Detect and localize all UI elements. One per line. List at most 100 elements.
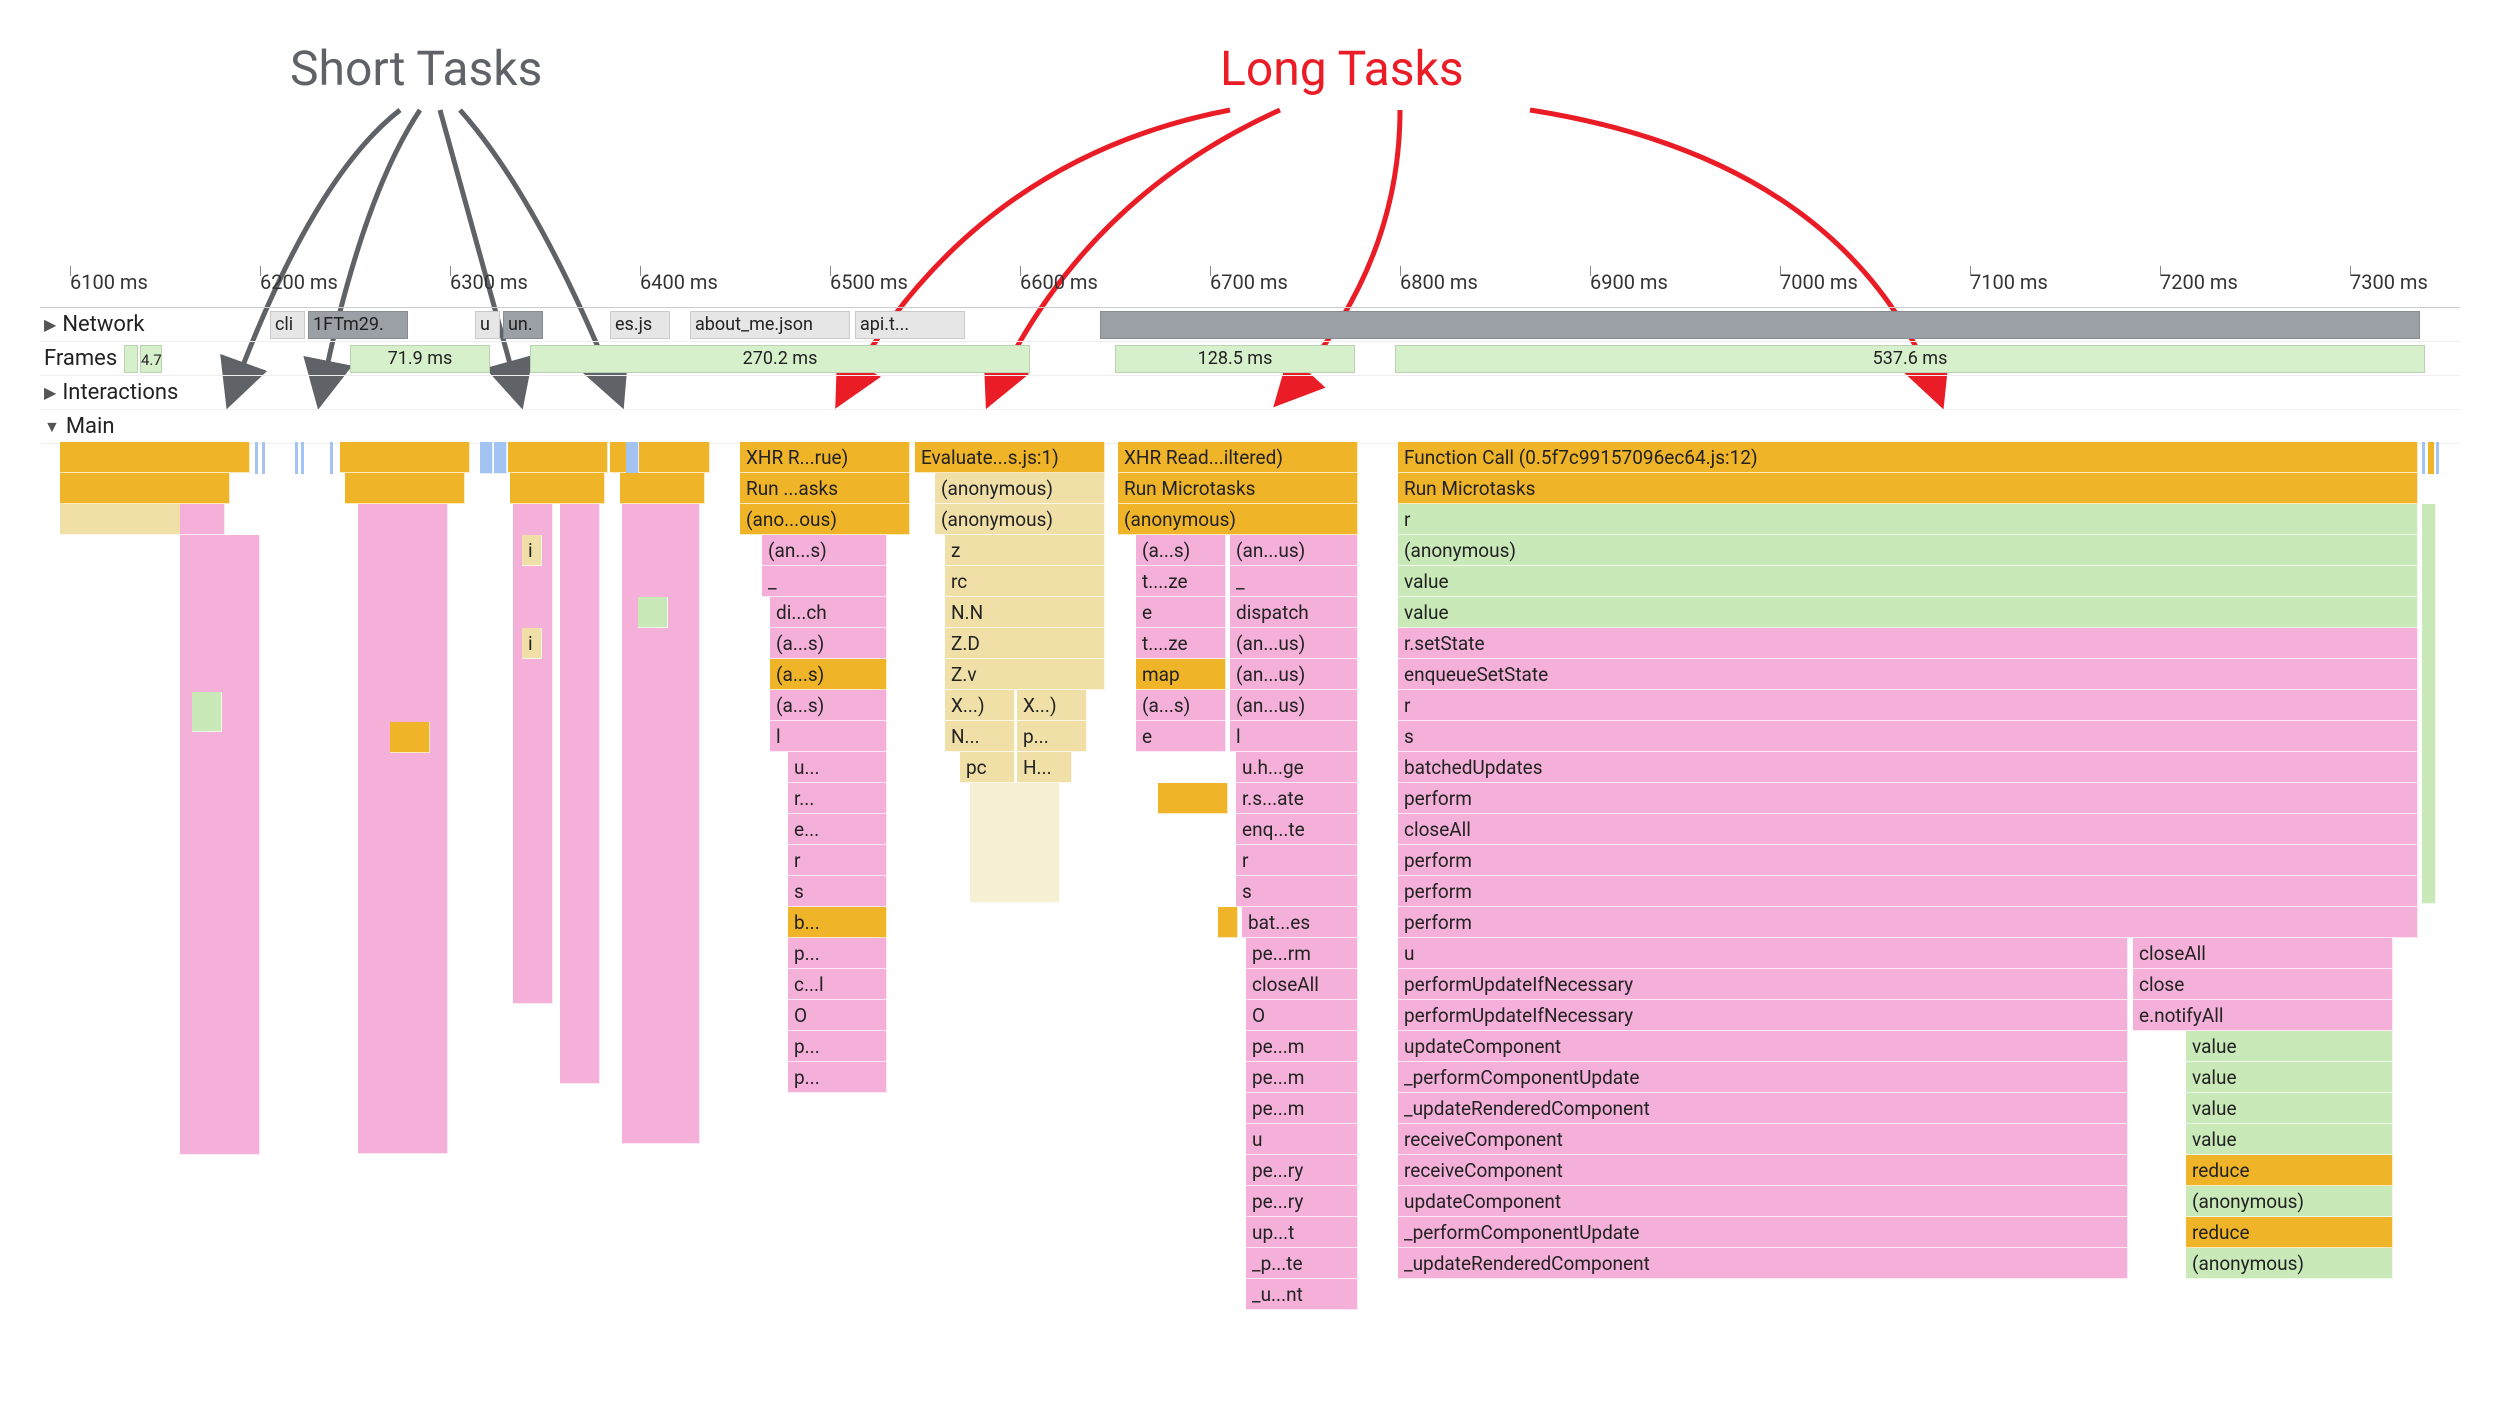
flame-stack[interactable] xyxy=(2422,504,2436,904)
interactions-row-label[interactable]: ▶Interactions xyxy=(40,380,200,405)
flame-bar[interactable] xyxy=(510,473,605,504)
flame-bar[interactable]: u xyxy=(1398,938,2128,969)
flame-bar[interactable]: _ xyxy=(1230,566,1358,597)
frame[interactable]: 537.6 ms xyxy=(1395,345,2425,373)
flame-bar[interactable] xyxy=(1158,783,1228,814)
flame-bar[interactable]: pc xyxy=(960,752,1015,783)
flame-bar[interactable]: close xyxy=(2133,969,2393,1000)
frame[interactable]: 4.7 ms xyxy=(140,345,162,373)
flame-bar[interactable]: dispatch xyxy=(1230,597,1358,628)
flame-bar[interactable]: pe...ry xyxy=(1246,1186,1358,1217)
flame-stack[interactable] xyxy=(560,504,600,1084)
flame-bar[interactable]: _u...nt xyxy=(1246,1279,1358,1310)
flame-bar[interactable]: _updateRenderedComponent xyxy=(1398,1093,2128,1124)
flame-bar[interactable]: _ xyxy=(762,566,887,597)
task-bar[interactable]: Function Call (0.5f7c99157096ec64.js:12) xyxy=(1398,442,2418,473)
flame-bar[interactable]: u.h...ge xyxy=(1236,752,1358,783)
flame-bar[interactable]: r xyxy=(1398,504,2418,535)
flame-bar[interactable]: (anonymous) xyxy=(935,473,1105,504)
flame-bar[interactable]: Z.D xyxy=(945,628,1105,659)
network-request[interactable]: 1FTm29. xyxy=(308,311,408,339)
task-bar[interactable]: Evaluate...s.js:1) xyxy=(915,442,1105,473)
flame-bar[interactable]: e xyxy=(1136,721,1226,752)
flame-bar[interactable]: _updateRenderedComponent xyxy=(1398,1248,2128,1279)
flame-bar[interactable] xyxy=(638,597,668,628)
flame-bar[interactable]: p... xyxy=(788,1062,887,1093)
flame-bar[interactable]: (a...s) xyxy=(770,690,887,721)
flame-bar[interactable]: performUpdateIfNecessary xyxy=(1398,1000,2128,1031)
network-request[interactable] xyxy=(1100,311,2420,339)
flame-bar[interactable]: value xyxy=(1398,597,2418,628)
flame-bar[interactable]: e... xyxy=(788,814,887,845)
flame-bar[interactable]: r.s...ate xyxy=(1236,783,1358,814)
flame-bar[interactable]: (anonymous) xyxy=(935,504,1105,535)
flame-bar[interactable]: i xyxy=(522,535,542,566)
flame-bar[interactable]: Z.v xyxy=(945,659,1105,690)
flame-bar[interactable]: i xyxy=(522,628,542,659)
flame-bar[interactable]: r xyxy=(788,845,887,876)
expand-icon[interactable]: ▶ xyxy=(44,383,56,402)
flame-stack[interactable] xyxy=(513,504,553,1004)
frame[interactable]: 71.9 ms xyxy=(350,345,490,373)
network-request[interactable]: un. xyxy=(503,311,543,339)
flame-bar[interactable]: perform xyxy=(1398,907,2418,938)
flame-bar[interactable]: updateComponent xyxy=(1398,1186,2128,1217)
flame-bar[interactable] xyxy=(60,473,230,504)
flame-bar[interactable]: value xyxy=(2186,1093,2393,1124)
flame-bar[interactable]: _p...te xyxy=(1246,1248,1358,1279)
flame-bar[interactable]: pe...ry xyxy=(1246,1155,1358,1186)
flame-bar[interactable]: r... xyxy=(788,783,887,814)
flame-bar[interactable]: u xyxy=(1246,1124,1358,1155)
flame-bar[interactable]: up...t xyxy=(1246,1217,1358,1248)
flame-bar[interactable]: (an...us) xyxy=(1230,690,1358,721)
flame-bar[interactable]: updateComponent xyxy=(1398,1031,2128,1062)
flame-stack[interactable] xyxy=(358,504,448,1154)
flame-bar[interactable]: (a...s) xyxy=(1136,690,1226,721)
flame-bar[interactable]: pe...rm xyxy=(1246,938,1358,969)
flame-bar[interactable]: value xyxy=(2186,1062,2393,1093)
flame-bar[interactable]: N.N xyxy=(945,597,1105,628)
flame-bar[interactable]: (anonymous) xyxy=(2186,1186,2393,1217)
flame-bar[interactable]: u... xyxy=(788,752,887,783)
flame-bar[interactable]: pe...m xyxy=(1246,1031,1358,1062)
flame-bar[interactable]: (an...s) xyxy=(762,535,887,566)
task-bar[interactable]: XHR Read...iltered) xyxy=(1118,442,1358,473)
frame[interactable] xyxy=(124,345,138,373)
flame-bar[interactable]: Run Microtasks xyxy=(1398,473,2418,504)
network-request[interactable]: api.t... xyxy=(855,311,965,339)
flame-bar[interactable]: perform xyxy=(1398,845,2418,876)
flame-bar[interactable]: closeAll xyxy=(2133,938,2393,969)
network-request[interactable]: cli xyxy=(270,311,305,339)
flame-bar[interactable]: s xyxy=(1398,721,2418,752)
network-track[interactable]: ▶Network cli 1FTm29. u un. es.js about_m… xyxy=(40,308,2460,342)
interactions-track[interactable]: ▶Interactions xyxy=(40,376,2460,410)
flame-bar[interactable]: _performComponentUpdate xyxy=(1398,1217,2128,1248)
flame-bar[interactable]: (anonymous) xyxy=(1118,504,1358,535)
flame-bar[interactable]: O xyxy=(1246,1000,1358,1031)
flame-bar[interactable]: pe...m xyxy=(1246,1093,1358,1124)
flame-bar[interactable]: enqueueSetState xyxy=(1398,659,2418,690)
network-request[interactable]: es.js xyxy=(610,311,670,339)
flame-bar[interactable]: p... xyxy=(1017,721,1087,752)
flame-bar[interactable]: O xyxy=(788,1000,887,1031)
flame-bar[interactable]: perform xyxy=(1398,783,2418,814)
flame-bar[interactable]: (an...us) xyxy=(1230,535,1358,566)
flame-bar[interactable]: (a...s) xyxy=(770,659,887,690)
frames-track[interactable]: Frames 4.7 ms 71.9 ms 270.2 ms 128.5 ms … xyxy=(40,342,2460,376)
flame-bar[interactable] xyxy=(390,722,430,753)
flame-bar[interactable] xyxy=(620,473,705,504)
frame[interactable]: 270.2 ms xyxy=(530,345,1030,373)
collapse-icon[interactable]: ▼ xyxy=(44,417,60,437)
task-bar[interactable]: XHR R...rue) xyxy=(740,442,910,473)
flame-bar[interactable]: c...l xyxy=(788,969,887,1000)
flame-bar[interactable]: H... xyxy=(1017,752,1072,783)
main-row-label[interactable]: ▼Main xyxy=(40,414,200,439)
flame-bar[interactable]: Run ...asks xyxy=(740,473,910,504)
flame-bar[interactable]: (anonymous) xyxy=(2186,1248,2393,1279)
flame-bar[interactable]: pe...m xyxy=(1246,1062,1358,1093)
flame-bar[interactable]: value xyxy=(1398,566,2418,597)
flame-bar[interactable]: rc xyxy=(945,566,1105,597)
flame-bar[interactable] xyxy=(192,692,222,732)
flame-bar[interactable]: receiveComponent xyxy=(1398,1155,2128,1186)
flame-bar[interactable]: t....ze xyxy=(1136,566,1226,597)
